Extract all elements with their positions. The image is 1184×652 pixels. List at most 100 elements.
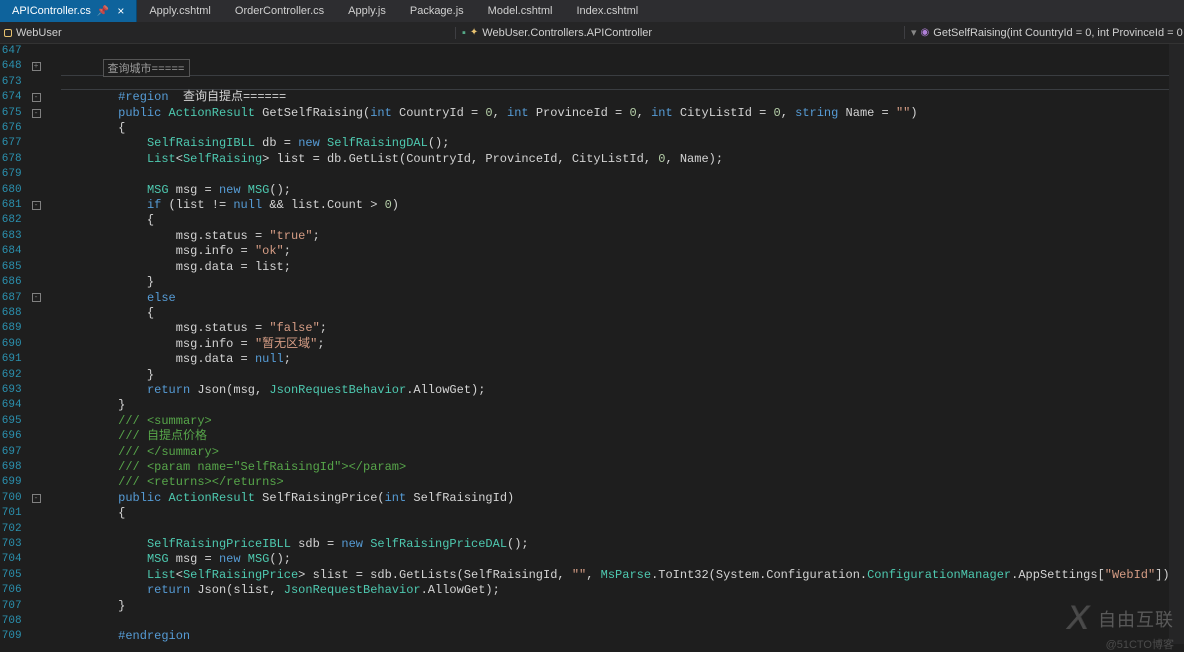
nav-method: GetSelfRaising(int CountryId = 0, int Pr…: [933, 27, 1182, 39]
code-line[interactable]: public ActionResult SelfRaisingPrice(int…: [61, 491, 1184, 506]
tab-label: Index.cshtml: [576, 5, 638, 17]
line-number: 705: [0, 568, 30, 583]
line-number: 698: [0, 460, 30, 475]
line-number: 696: [0, 429, 30, 444]
code-line[interactable]: SelfRaisingIBLL db = new SelfRaisingDAL(…: [61, 136, 1184, 151]
tab-label: OrderController.cs: [235, 5, 324, 17]
line-number: 686: [0, 275, 30, 290]
code-line[interactable]: public ActionResult GetSelfRaising(int C…: [61, 106, 1184, 121]
watermark-text: 自由互联: [1098, 606, 1174, 632]
fold-toggle[interactable]: -: [32, 494, 41, 503]
code-line[interactable]: {: [61, 506, 1184, 521]
code-area[interactable]: #region 查询自提点====== public ActionResult …: [61, 44, 1184, 645]
code-line[interactable]: {: [61, 121, 1184, 136]
line-number: 697: [0, 445, 30, 460]
close-icon[interactable]: ×: [117, 4, 124, 18]
line-number-gutter: 6476486736746756766776786796806816826836…: [0, 44, 30, 644]
code-line[interactable]: }: [61, 368, 1184, 383]
code-line[interactable]: [61, 167, 1184, 182]
line-number: 699: [0, 475, 30, 490]
code-line[interactable]: MSG msg = new MSG();: [61, 552, 1184, 567]
class-icon: ✦: [470, 27, 478, 38]
code-line[interactable]: msg.status = "false";: [61, 321, 1184, 336]
tab-model-cshtml[interactable]: Model.cshtml: [476, 0, 565, 22]
fold-toggle[interactable]: +: [32, 62, 41, 71]
line-number: 683: [0, 229, 30, 244]
code-line[interactable]: /// </summary>: [61, 445, 1184, 460]
code-line[interactable]: msg.status = "true";: [61, 229, 1184, 244]
code-line[interactable]: }: [61, 599, 1184, 614]
watermark-sub: @51CTO博客: [1106, 636, 1174, 652]
line-number: 647: [0, 44, 30, 59]
code-line[interactable]: msg.data = list;: [61, 260, 1184, 275]
line-number: 674: [0, 90, 30, 105]
line-number: 708: [0, 614, 30, 629]
code-line[interactable]: /// <summary>: [61, 414, 1184, 429]
code-line[interactable]: [61, 44, 1184, 59]
nav-left[interactable]: WebUser: [0, 27, 455, 39]
line-number: 700: [0, 491, 30, 506]
pin-icon: 📌: [97, 6, 109, 17]
tab-label: Package.js: [410, 5, 464, 17]
code-line[interactable]: /// 自提点价格: [61, 429, 1184, 444]
line-number: 701: [0, 506, 30, 521]
code-line[interactable]: {: [61, 306, 1184, 321]
navbar: WebUser ▪ ✦ WebUser.Controllers.APIContr…: [0, 22, 1184, 44]
line-number: 688: [0, 306, 30, 321]
tab-label: APIController.cs: [12, 5, 91, 17]
code-line[interactable]: [61, 59, 1184, 74]
code-line[interactable]: #region 查询自提点======: [61, 90, 1184, 105]
code-line[interactable]: if (list != null && list.Count > 0): [61, 198, 1184, 213]
code-line[interactable]: msg.data = null;: [61, 352, 1184, 367]
line-number: 706: [0, 583, 30, 598]
tab-apply-js[interactable]: Apply.js: [336, 0, 398, 22]
line-number: 676: [0, 121, 30, 136]
code-line[interactable]: else: [61, 291, 1184, 306]
line-number: 679: [0, 167, 30, 182]
code-line[interactable]: [61, 614, 1184, 629]
code-line[interactable]: /// <param name="SelfRaisingId"></param>: [61, 460, 1184, 475]
line-number: 687: [0, 291, 30, 306]
code-line[interactable]: List<SelfRaising> list = db.GetList(Coun…: [61, 152, 1184, 167]
code-line[interactable]: MSG msg = new MSG();: [61, 183, 1184, 198]
code-line[interactable]: return Json(msg, JsonRequestBehavior.All…: [61, 383, 1184, 398]
tab-package-js[interactable]: Package.js: [398, 0, 476, 22]
code-line[interactable]: SelfRaisingPriceIBLL sdb = new SelfRaisi…: [61, 537, 1184, 552]
fold-toggle[interactable]: -: [32, 293, 41, 302]
tab-ordercontroller-cs[interactable]: OrderController.cs: [223, 0, 336, 22]
code-line[interactable]: }: [61, 275, 1184, 290]
line-number: 695: [0, 414, 30, 429]
code-line[interactable]: [61, 522, 1184, 537]
nav-right[interactable]: ▾ ◉ GetSelfRaising(int CountryId = 0, in…: [904, 26, 1184, 39]
line-number: 707: [0, 599, 30, 614]
vertical-scrollbar[interactable]: [1169, 44, 1184, 644]
code-line[interactable]: #endregion: [61, 629, 1184, 644]
fold-toggle[interactable]: -: [32, 93, 41, 102]
line-number: 690: [0, 337, 30, 352]
fold-toggle[interactable]: -: [32, 201, 41, 210]
code-line[interactable]: {: [61, 213, 1184, 228]
code-area-wrap: 查询城市===== #region 查询自提点====== public Act…: [61, 44, 1184, 644]
code-line[interactable]: msg.info = "ok";: [61, 244, 1184, 259]
tab-label: Apply.cshtml: [149, 5, 211, 17]
namespace-icon: [4, 27, 12, 39]
line-number: 691: [0, 352, 30, 367]
code-line[interactable]: msg.info = "暂无区域";: [61, 337, 1184, 352]
fold-gutter: + - - - - -: [30, 44, 61, 644]
code-line[interactable]: List<SelfRaisingPrice> slist = sdb.GetLi…: [61, 568, 1184, 583]
tab-bar: APIController.cs 📌 × Apply.cshtml OrderContr…: [0, 0, 1184, 22]
watermark-logo-icon: X: [1066, 599, 1090, 638]
method-icon: ◉: [921, 27, 930, 38]
code-line[interactable]: }: [61, 398, 1184, 413]
code-line[interactable]: [61, 75, 1184, 90]
line-number: 673: [0, 75, 30, 90]
code-line[interactable]: return Json(slist, JsonRequestBehavior.A…: [61, 583, 1184, 598]
tab-apicontroller-cs[interactable]: APIController.cs 📌 ×: [0, 0, 137, 22]
tab-apply-cshtml[interactable]: Apply.cshtml: [137, 0, 223, 22]
line-number: 702: [0, 522, 30, 537]
tab-index-cshtml[interactable]: Index.cshtml: [564, 0, 650, 22]
line-number: 648: [0, 59, 30, 74]
nav-mid[interactable]: ▪ ✦ WebUser.Controllers.APIController: [455, 27, 904, 39]
fold-toggle[interactable]: -: [32, 109, 41, 118]
code-line[interactable]: /// <returns></returns>: [61, 475, 1184, 490]
